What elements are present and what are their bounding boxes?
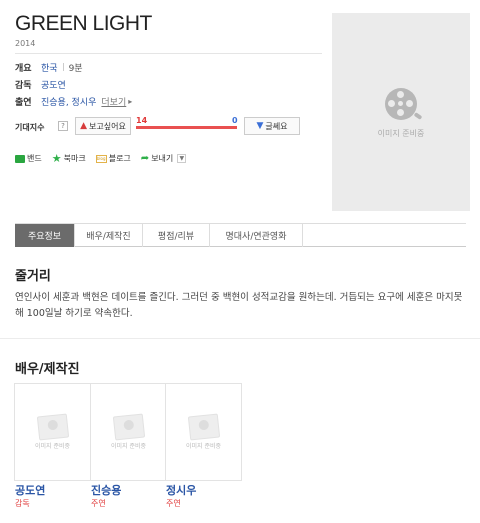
person-card[interactable]: 이미지 준비중 bbox=[14, 383, 91, 481]
people-title: 배우/제작진 bbox=[15, 362, 80, 377]
person-placeholder-text: 이미지 준비중 bbox=[110, 443, 147, 450]
want-label: 보고싶어요 bbox=[89, 121, 126, 131]
tab-main-info[interactable]: 주요정보 bbox=[15, 224, 75, 247]
send-label: 보내기 bbox=[151, 154, 174, 163]
person-placeholder-text: 이미지 준비중 bbox=[34, 443, 71, 450]
person-role: 감독 bbox=[15, 499, 30, 508]
chevron-down-icon[interactable]: ▼ bbox=[177, 154, 187, 163]
runtime: 9분 bbox=[68, 63, 83, 74]
header-divider bbox=[15, 53, 322, 54]
tab-cast-crew[interactable]: 배우/제작진 bbox=[75, 224, 143, 247]
cast-label: 출연 bbox=[15, 97, 32, 108]
thumbs-up-icon: ▲ bbox=[80, 121, 88, 131]
person-placeholder-text: 이미지 준비중 bbox=[185, 443, 222, 450]
bookmark-label: 북마크 bbox=[63, 154, 86, 163]
person-placeholder-icon bbox=[187, 413, 221, 441]
bookmark-share[interactable]: ★ 북마크 bbox=[52, 153, 86, 164]
poster-image[interactable]: 이미지 준비중 bbox=[332, 13, 470, 211]
star-icon: ★ bbox=[51, 151, 62, 165]
person-name[interactable]: 정시우 bbox=[166, 482, 196, 498]
person-name[interactable]: 진승용 bbox=[91, 482, 121, 498]
band-icon bbox=[15, 154, 25, 163]
separator bbox=[62, 63, 64, 71]
cast-row: 출연 진승용, 정시우 더보기 ▸ bbox=[15, 95, 133, 108]
cast-links[interactable]: 진승용, 정시우 bbox=[41, 95, 96, 108]
overview-label: 개요 bbox=[15, 63, 32, 74]
no-count: 0 bbox=[232, 116, 238, 125]
tab-quotes-related[interactable]: 명대사/연관영화 bbox=[210, 224, 303, 247]
director-row: 감독 공도연 bbox=[15, 78, 66, 91]
person-card[interactable]: 이미지 준비중 bbox=[90, 383, 167, 481]
more-link[interactable]: 더보기 bbox=[101, 95, 126, 108]
help-icon[interactable]: ? bbox=[58, 121, 68, 131]
person-card[interactable]: 이미지 준비중 bbox=[165, 383, 242, 481]
person-placeholder-icon bbox=[36, 413, 70, 441]
movie-title: GREEN LIGHT bbox=[15, 12, 152, 35]
rating-area: 기대지수 ? ▲ 보고싶어요 14 0 ▼ 글쎄요 bbox=[15, 116, 315, 139]
band-share[interactable]: 밴드 bbox=[15, 153, 42, 164]
share-arrow-icon: ➦ bbox=[140, 153, 150, 164]
tab-ratings-reviews[interactable]: 평점/리뷰 bbox=[143, 224, 210, 247]
want-count: 14 bbox=[136, 116, 148, 125]
blog-icon: blog bbox=[95, 154, 107, 163]
send-share[interactable]: ➦ 보내기 ▼ bbox=[140, 153, 187, 164]
synopsis-title: 줄거리 bbox=[15, 269, 51, 284]
chevron-right-icon: ▸ bbox=[128, 96, 133, 106]
rating-bar-fill bbox=[136, 126, 237, 129]
director-label: 감독 bbox=[15, 80, 32, 91]
rating-label: 기대지수 bbox=[15, 123, 45, 132]
person-role: 주연 bbox=[91, 499, 106, 508]
no-button[interactable]: ▼ 글쎄요 bbox=[244, 117, 300, 135]
rating-bar bbox=[136, 126, 237, 129]
thumbs-down-icon: ▼ bbox=[256, 121, 264, 131]
movie-year: 2014 bbox=[15, 39, 36, 48]
person-name[interactable]: 공도연 bbox=[15, 482, 45, 498]
want-button[interactable]: ▲ 보고싶어요 bbox=[75, 117, 131, 135]
overview-row: 개요 한국 9분 bbox=[15, 61, 83, 74]
synopsis-text: 연인사이 세훈과 백현은 데이트를 즐긴다. 그러던 중 백현이 성적교감을 원… bbox=[15, 292, 463, 319]
band-label: 밴드 bbox=[27, 154, 42, 163]
poster-placeholder-text: 이미지 준비중 bbox=[377, 129, 425, 138]
no-label: 글쎄요 bbox=[265, 121, 288, 131]
country-link[interactable]: 한국 bbox=[41, 61, 58, 74]
share-bar: 밴드 ★ 북마크 blog 블로그 ➦ 보내기 ▼ bbox=[15, 153, 196, 164]
person-role: 주연 bbox=[166, 499, 181, 508]
blog-share[interactable]: blog 블로그 bbox=[95, 153, 131, 164]
person-placeholder-icon bbox=[112, 413, 146, 441]
blog-label: 블로그 bbox=[108, 154, 131, 163]
director-link[interactable]: 공도연 bbox=[41, 78, 66, 91]
tab-bar: 주요정보 배우/제작진 평점/리뷰 명대사/연관영화 bbox=[15, 223, 466, 247]
film-reel-icon bbox=[385, 88, 423, 120]
section-divider bbox=[0, 338, 480, 339]
